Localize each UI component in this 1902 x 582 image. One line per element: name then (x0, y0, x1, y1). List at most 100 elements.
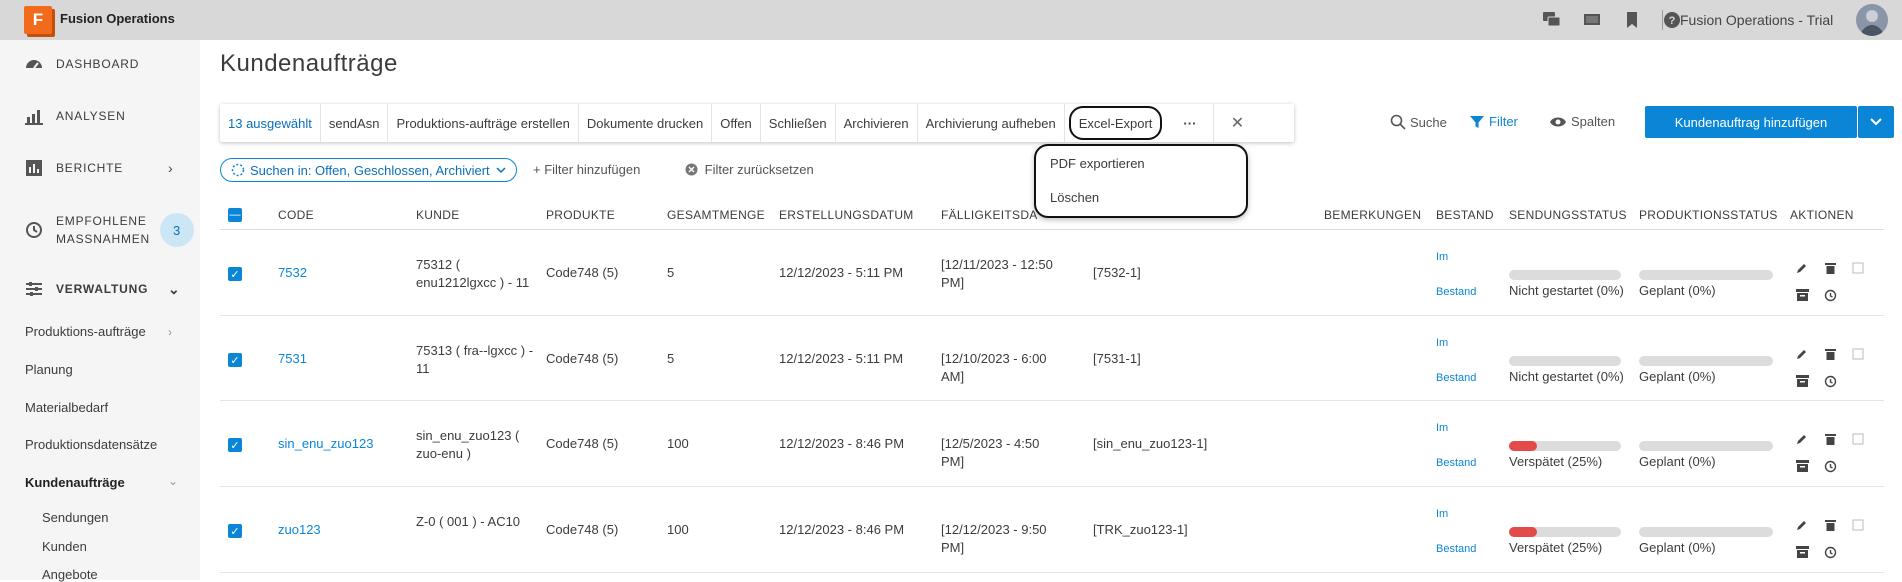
page-title: Kundenaufträge (220, 50, 398, 77)
order-code-link[interactable]: sin_enu_zuo123 (278, 435, 373, 453)
row-checkbox[interactable]: ✓ (228, 524, 242, 538)
reset-filter-link[interactable]: Filter zurücksetzen (685, 162, 814, 177)
shipment-progress-fill (1509, 527, 1537, 537)
sidebar-item-verwaltung[interactable]: VERWALTUNG ⌄ (0, 279, 200, 299)
edit-icon[interactable] (1794, 431, 1810, 447)
col-header-bemerkungen[interactable]: BEMERKUNGEN (1324, 208, 1421, 222)
sidebar-sub-planung[interactable]: Planung (25, 362, 73, 377)
sidebar-sub-produktionsauftraege[interactable]: Produktions-aufträge (25, 324, 146, 339)
stock-link[interactable]: Im (1436, 334, 1448, 352)
sidebar-sub-kundenauftraege[interactable]: Kundenaufträge (25, 475, 125, 490)
add-options-dropdown[interactable] (1858, 106, 1894, 138)
order-code-link[interactable]: 7532 (278, 264, 307, 282)
delete-icon[interactable] (1822, 517, 1838, 533)
close-orders-button[interactable]: Schließen (761, 104, 836, 142)
clear-icon (685, 163, 698, 176)
excel-export-button[interactable]: Excel-Export (1068, 106, 1163, 140)
selected-count[interactable]: 13 ausgewählt (220, 104, 321, 142)
menu-item-pdf-export[interactable]: PDF exportieren (1050, 156, 1145, 171)
col-header-bestand[interactable]: BESTAND (1436, 208, 1494, 222)
sidebar-item-berichte[interactable]: BERICHTE › (0, 158, 200, 178)
sidebar-item-empfohlene-massnahmen[interactable]: EMPFOHLENE MASSNAHMEN 3 (0, 212, 200, 248)
select-all-checkbox[interactable]: — (228, 208, 242, 222)
help-icon[interactable]: ? (1662, 10, 1682, 30)
table-row[interactable]: ✓ 7531 75313 ( fra--lgxcc ) - 11 Code748… (220, 316, 1884, 401)
settings-sliders-icon (24, 279, 44, 299)
order-code-link[interactable]: 7531 (278, 350, 307, 368)
row-checkbox[interactable]: ✓ (228, 438, 242, 452)
bookmark-icon[interactable] (1622, 10, 1642, 30)
print-documents-button[interactable]: Dokumente drucken (579, 104, 713, 142)
close-toolbar-button[interactable]: ✕ (1214, 104, 1260, 142)
archive-icon[interactable] (1794, 544, 1810, 560)
stock-link[interactable]: Im (1436, 419, 1448, 437)
edit-icon[interactable] (1794, 260, 1810, 276)
col-header-gesamtmenge[interactable]: GESAMTMENGE (667, 208, 765, 222)
svg-text:?: ? (1669, 15, 1676, 27)
edit-icon[interactable] (1794, 346, 1810, 362)
account-name[interactable]: Fusion Operations - Trial (1680, 12, 1833, 28)
col-header-kunde[interactable]: KUNDE (416, 208, 460, 222)
filter-button[interactable]: Filter (1470, 114, 1518, 129)
sidebar-item-dashboard[interactable]: DASHBOARD (0, 54, 200, 74)
select-square-icon[interactable] (1850, 260, 1866, 276)
search-button[interactable]: Suche (1390, 114, 1447, 130)
more-actions-button[interactable]: ··· (1166, 104, 1215, 142)
col-header-sendungsstatus[interactable]: SENDUNGSSTATUS (1509, 208, 1627, 222)
delete-icon[interactable] (1822, 260, 1838, 276)
history-icon[interactable] (1822, 544, 1838, 560)
sidebar-sub-materialbedarf[interactable]: Materialbedarf (25, 400, 108, 415)
history-icon[interactable] (1822, 458, 1838, 474)
add-customer-order-button[interactable]: Kundenauftrag hinzufügen (1645, 106, 1857, 138)
stock-link[interactable]: Im (1436, 248, 1448, 266)
archive-icon[interactable] (1794, 287, 1810, 303)
stock-link[interactable]: Bestand (1436, 540, 1476, 558)
search-scope-chip[interactable]: Suchen in: Offen, Geschlossen, Archivier… (220, 158, 517, 182)
table-row[interactable]: ✓ sin_enu_zuo123 sin_enu_zuo123 ( zuo-en… (220, 401, 1884, 487)
edit-icon[interactable] (1794, 517, 1810, 533)
col-header-produktionsstatus[interactable]: PRODUKTIONSSTATUS (1639, 208, 1778, 222)
stock-link[interactable]: Bestand (1436, 454, 1476, 472)
chat-icon[interactable] (1542, 10, 1562, 30)
stock-link[interactable]: Bestand (1436, 283, 1476, 301)
select-square-icon[interactable] (1850, 431, 1866, 447)
sidebar-subsub-kunden[interactable]: Kunden (42, 539, 87, 554)
sidebar-sub-produktionsdatensaetze[interactable]: Produktionsdatensätze (25, 437, 157, 452)
col-header-code[interactable]: CODE (278, 208, 314, 222)
screen-icon[interactable] (1582, 10, 1602, 30)
row-checkbox[interactable]: ✓ (228, 353, 242, 367)
sidebar-subsub-sendungen[interactable]: Sendungen (42, 510, 109, 525)
table-row[interactable]: ✓ zuo123 Z-0 ( 001 ) - AC10 Code748 (5) … (220, 487, 1884, 573)
customer-cell: 75312 ( enu1212lgxcc ) - 11 (416, 257, 530, 290)
delete-icon[interactable] (1822, 431, 1838, 447)
delete-icon[interactable] (1822, 346, 1838, 362)
archive-icon[interactable] (1794, 458, 1810, 474)
col-header-faelligkeitsdatum[interactable]: FÄLLIGKEITSDA (941, 208, 1038, 222)
reference-cell: [7532-1] (1093, 265, 1141, 280)
order-code-link[interactable]: zuo123 (278, 521, 321, 539)
products-cell: Code748 (5) (546, 351, 619, 366)
col-header-produkte[interactable]: PRODUKTE (546, 208, 615, 222)
products-cell: Code748 (5) (546, 436, 619, 451)
history-icon[interactable] (1822, 373, 1838, 389)
archive-icon[interactable] (1794, 373, 1810, 389)
add-filter-link[interactable]: + Filter hinzufügen (533, 162, 640, 177)
columns-button[interactable]: Spalten (1550, 114, 1615, 129)
unarchive-button[interactable]: Archivierung aufheben (918, 104, 1065, 142)
history-icon[interactable] (1822, 287, 1838, 303)
open-button[interactable]: Offen (712, 104, 761, 142)
sidebar-item-analysen[interactable]: ANALYSEN (0, 106, 200, 126)
create-production-orders-button[interactable]: Produktions-aufträge erstellen (388, 104, 579, 142)
row-checkbox[interactable]: ✓ (228, 267, 242, 281)
archive-button[interactable]: Archivieren (836, 104, 918, 142)
avatar[interactable] (1856, 4, 1888, 36)
app-logo[interactable]: F (24, 6, 52, 34)
select-square-icon[interactable] (1850, 517, 1866, 533)
menu-item-delete[interactable]: Löschen (1050, 190, 1099, 205)
send-asn-button[interactable]: sendAsn (321, 104, 389, 142)
table-row[interactable]: ✓ 7532 75312 ( enu1212lgxcc ) - 11 Code7… (220, 230, 1884, 316)
stock-link[interactable]: Im (1436, 505, 1448, 523)
col-header-erstellungsdatum[interactable]: ERSTELLUNGSDATUM (779, 208, 914, 222)
stock-link[interactable]: Bestand (1436, 369, 1476, 387)
select-square-icon[interactable] (1850, 346, 1866, 362)
